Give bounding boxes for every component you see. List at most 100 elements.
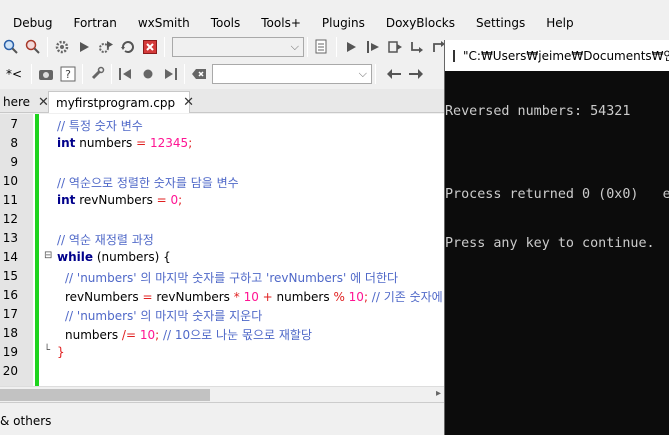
editor-tabs: here ✕ myfirstprogram.cpp ✕ xyxy=(0,89,445,113)
menu-wxsmith[interactable]: wxSmith xyxy=(124,16,197,30)
toolbar-separator xyxy=(375,64,376,84)
arrow-left-icon[interactable] xyxy=(385,65,403,83)
console-line: Process returned 0 (0x0) e xyxy=(445,186,669,202)
close-icon[interactable]: ✕ xyxy=(183,95,194,110)
find-replace-icon[interactable] xyxy=(24,38,42,56)
build-target-dropdown[interactable]: ⌵ xyxy=(172,37,304,57)
line-number: 17 xyxy=(2,307,18,321)
code-line: 12 xyxy=(0,212,445,231)
line-number: 19 xyxy=(2,345,18,359)
console-window[interactable]: "C:₩Users₩jeime₩Documents₩언리 Reversed nu… xyxy=(444,40,669,435)
build-and-run-icon[interactable] xyxy=(97,38,115,56)
line-number: 9 xyxy=(10,155,18,169)
fold-end-icon: └ xyxy=(44,345,51,356)
comment: // 역순으로 정렬한 숫자를 담을 변수 xyxy=(57,176,239,190)
run-icon[interactable] xyxy=(75,38,93,56)
rebuild-icon[interactable] xyxy=(119,38,137,56)
console-line: Press any key to continue. xyxy=(445,236,655,251)
tab-label: here xyxy=(3,95,31,109)
code-line: 19 └ } xyxy=(0,345,445,364)
menu-debug[interactable]: Debug xyxy=(0,16,59,30)
scrollbar-thumb[interactable] xyxy=(0,389,210,401)
chevron-down-icon: ⌵ xyxy=(358,67,367,80)
comment: // 특정 숫자 변수 xyxy=(57,119,143,133)
menu-plugins[interactable]: Plugins xyxy=(308,16,372,30)
abort-icon[interactable] xyxy=(141,38,159,56)
line-number: 13 xyxy=(2,231,18,245)
console-output: Reversed numbers: 54321 Process returned… xyxy=(445,71,669,286)
code-line: 9 xyxy=(0,155,445,174)
clear-bookmarks-icon[interactable] xyxy=(190,65,208,83)
code-line: 7 // 특정 숫자 변수 xyxy=(0,117,445,136)
code-text: int numbers = 12345; xyxy=(57,136,193,150)
logs-tab-label[interactable]: & others xyxy=(0,414,51,428)
console-window-icon xyxy=(453,49,455,62)
menu-doxyblocks[interactable]: DoxyBlocks xyxy=(372,16,462,30)
toolbar-separator xyxy=(336,37,337,57)
code-text: int revNumbers = 0; xyxy=(57,193,183,207)
logs-panel: & others xyxy=(0,402,445,435)
code-line: 14 ⊟ while (numbers) { xyxy=(0,250,445,269)
line-number: 7 xyxy=(10,117,18,131)
toggle-bookmark-icon[interactable] xyxy=(139,65,157,83)
svg-text:?: ? xyxy=(65,68,71,81)
next-line-icon[interactable] xyxy=(386,38,404,56)
code-line: 8 int numbers = 12345; xyxy=(0,136,445,155)
build-gear-icon[interactable] xyxy=(53,38,71,56)
toolbar-separator xyxy=(307,37,308,57)
line-number: 16 xyxy=(2,288,18,302)
code-line: 16 revNumbers = revNumbers * 10 + number… xyxy=(0,288,445,307)
camera-icon[interactable] xyxy=(37,65,55,83)
code-line: 17 // 'numbers' 의 마지막 숫자를 지운다 xyxy=(0,307,445,326)
code-text: numbers /= 10; // 10으로 나눈 몫으로 재할당 xyxy=(65,328,312,342)
line-number: 10 xyxy=(2,174,18,188)
prev-bookmark-icon[interactable] xyxy=(117,65,135,83)
line-number: 14 xyxy=(2,250,18,264)
code-editor[interactable]: 7 // 특정 숫자 변수 8 int numbers = 12345; 9 1… xyxy=(0,114,445,386)
target-options-icon[interactable] xyxy=(313,38,331,56)
next-bookmark-icon[interactable] xyxy=(161,65,179,83)
comment: // 역순 재정렬 과정 xyxy=(57,233,154,247)
console-title-bar[interactable]: "C:₩Users₩jeime₩Documents₩언리 xyxy=(445,40,669,71)
debug-start-icon[interactable] xyxy=(342,38,360,56)
tab-myfirstprogram[interactable]: myfirstprogram.cpp ✕ xyxy=(48,91,194,113)
code-line: 13 // 역순 재정렬 과정 xyxy=(0,231,445,250)
line-number: 15 xyxy=(2,269,18,283)
menu-settings[interactable]: Settings xyxy=(462,16,532,30)
wrench-icon[interactable] xyxy=(88,65,106,83)
menu-fortran[interactable]: Fortran xyxy=(59,16,123,30)
line-number: 20 xyxy=(2,364,18,378)
chevron-down-icon: ⌵ xyxy=(290,40,299,53)
menu-bar: Debug Fortran wxSmith Tools Tools+ Plugi… xyxy=(0,12,669,34)
horizontal-scrollbar[interactable]: ▸ xyxy=(0,386,445,402)
toolbar-separator xyxy=(164,37,165,57)
code-line: 11 int revNumbers = 0; xyxy=(0,193,445,212)
code-line: 10 // 역순으로 정렬한 숫자를 담을 변수 xyxy=(0,174,445,193)
code-text: } xyxy=(57,345,65,359)
code-completion-button[interactable]: *< xyxy=(6,67,28,81)
menu-tools-plus[interactable]: Tools+ xyxy=(247,16,308,30)
menu-tools[interactable]: Tools xyxy=(197,16,248,30)
comment: // 'numbers' 의 마지막 숫자를 구하고 'revNumbers' … xyxy=(65,271,399,285)
tab-label: myfirstprogram.cpp xyxy=(56,95,176,110)
console-title: "C:₩Users₩jeime₩Documents₩언리 xyxy=(463,49,669,63)
menu-help[interactable]: Help xyxy=(532,16,580,30)
help-icon[interactable]: ? xyxy=(59,65,77,83)
scroll-right-icon[interactable]: ▸ xyxy=(436,388,441,399)
step-into-icon[interactable] xyxy=(408,38,426,56)
toolbar-separator xyxy=(111,64,112,84)
zoom-icon[interactable] xyxy=(2,38,20,56)
run-to-cursor-icon[interactable] xyxy=(364,38,382,56)
comment: // 'numbers' 의 마지막 숫자를 지운다 xyxy=(65,309,263,323)
arrow-right-icon[interactable] xyxy=(407,65,425,83)
toolbar-separator xyxy=(47,37,48,57)
toolbar-separator xyxy=(82,64,83,84)
line-number: 11 xyxy=(2,193,18,207)
tab-here[interactable]: here ✕ xyxy=(0,91,49,113)
fold-collapse-icon[interactable]: ⊟ xyxy=(44,250,52,261)
console-line: Reversed numbers: 54321 xyxy=(445,104,631,119)
code-line: 15 // 'numbers' 의 마지막 숫자를 구하고 'revNumber… xyxy=(0,269,445,288)
toolbar-separator xyxy=(31,64,32,84)
search-combo[interactable]: ⌵ xyxy=(212,64,372,84)
line-number: 8 xyxy=(10,136,18,150)
